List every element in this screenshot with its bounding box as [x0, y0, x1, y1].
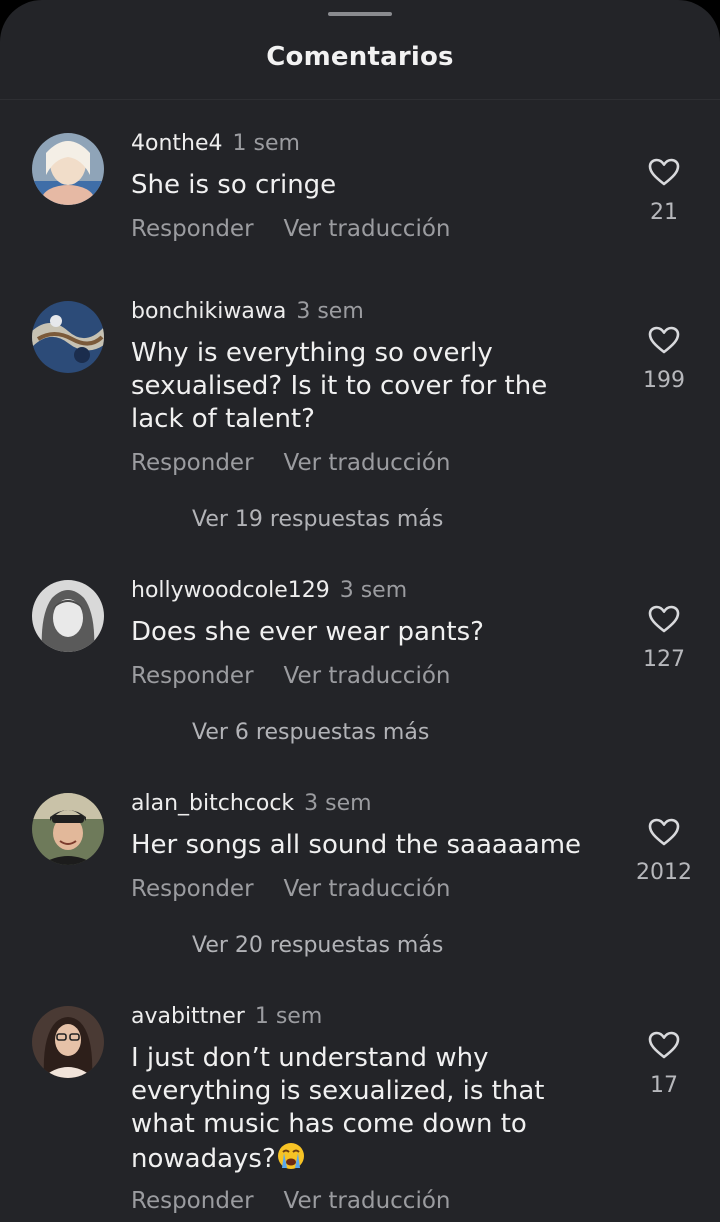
translate-button[interactable]: Ver traducción [284, 876, 451, 902]
like-count: 2012 [636, 860, 692, 885]
comment-line: Her songs all sound the saaaaame [131, 830, 582, 860]
username[interactable]: alan_bitchcock [131, 791, 294, 816]
comment-line: sexualised? Is it to cover for the [131, 371, 548, 401]
view-more-replies[interactable]: Ver 6 respuestas más [192, 720, 429, 745]
like-button[interactable]: 127 [624, 604, 704, 672]
view-more-replies[interactable]: Ver 20 respuestas más [192, 933, 443, 958]
comment-line: nowadays? [131, 1144, 276, 1174]
comment-line-with-emoji: nowadays? [131, 1141, 601, 1180]
comment-line: She is so cringe [131, 170, 337, 200]
reply-button[interactable]: Responder [131, 663, 254, 689]
sheet-title: Comentarios [266, 42, 454, 72]
like-count: 17 [650, 1073, 678, 1098]
heart-icon [648, 818, 680, 846]
like-count: 21 [650, 200, 678, 225]
username[interactable]: bonchikiwawa [131, 299, 286, 324]
comment-meta: hollywoodcole129 3 sem [131, 578, 407, 603]
like-count: 127 [643, 647, 685, 672]
reply-button[interactable]: Responder [131, 450, 254, 476]
comment-actions: Responder Ver traducción [131, 216, 451, 242]
comment-actions: Responder Ver traducción [131, 450, 451, 476]
translate-button[interactable]: Ver traducción [284, 1188, 451, 1214]
avatar[interactable] [32, 580, 104, 652]
comment-text: Does she ever wear pants? [131, 616, 601, 649]
reply-button[interactable]: Responder [131, 1188, 254, 1214]
timestamp: 1 sem [232, 131, 300, 156]
username[interactable]: hollywoodcole129 [131, 578, 330, 603]
loudly-crying-face-emoji [276, 1141, 306, 1180]
timestamp: 1 sem [254, 1004, 323, 1029]
translate-button[interactable]: Ver traducción [284, 216, 451, 242]
avatar[interactable] [32, 133, 104, 205]
comment-line: I just don’t understand why [131, 1043, 489, 1073]
reply-button[interactable]: Responder [131, 876, 254, 902]
comment-meta: 4onthe4 1 sem [131, 131, 300, 156]
comment-text: I just don’t understand why everything i… [131, 1042, 601, 1180]
translate-button[interactable]: Ver traducción [284, 663, 451, 689]
comment-actions: Responder Ver traducción [131, 876, 451, 902]
comment-actions: Responder Ver traducción [131, 663, 451, 689]
comment-meta: bonchikiwawa 3 sem [131, 299, 364, 324]
drag-handle[interactable] [328, 12, 392, 16]
comment-meta: alan_bitchcock 3 sem [131, 791, 372, 816]
like-button[interactable]: 199 [624, 325, 704, 393]
avatar[interactable] [32, 301, 104, 373]
timestamp: 3 sem [296, 299, 364, 324]
like-count: 199 [643, 368, 685, 393]
like-button[interactable]: 17 [624, 1030, 704, 1098]
reply-button[interactable]: Responder [131, 216, 254, 242]
like-button[interactable]: 2012 [624, 817, 704, 885]
view-more-replies[interactable]: Ver 19 respuestas más [192, 507, 443, 532]
username[interactable]: 4onthe4 [131, 131, 223, 156]
like-button[interactable]: 21 [624, 157, 704, 225]
heart-icon [648, 605, 680, 633]
comment-actions: Responder Ver traducción [131, 1188, 451, 1214]
translate-button[interactable]: Ver traducción [284, 450, 451, 476]
comment-line: Why is everything so overly [131, 338, 493, 368]
comment-line: everything is sexualized, is that [131, 1076, 545, 1106]
comment-text: Her songs all sound the saaaaame [131, 829, 601, 862]
comment-text: She is so cringe [131, 169, 601, 202]
comment-meta: avabittner 1 sem [131, 1004, 322, 1029]
heart-icon [648, 326, 680, 354]
comment-text: Why is everything so overly sexualised? … [131, 337, 601, 436]
timestamp: 3 sem [304, 791, 372, 816]
avatar[interactable] [32, 1006, 104, 1078]
header-divider [0, 99, 720, 100]
comments-sheet: Comentarios 4onthe4 1 sem She is so cring… [0, 0, 720, 1222]
heart-icon [648, 1031, 680, 1059]
comment-line: Does she ever wear pants? [131, 617, 484, 647]
avatar[interactable] [32, 793, 104, 865]
comment-line: lack of talent? [131, 404, 315, 434]
comment-line: what music has come down to [131, 1109, 527, 1139]
username[interactable]: avabittner [131, 1004, 245, 1029]
heart-icon [648, 158, 680, 186]
timestamp: 3 sem [339, 578, 408, 603]
